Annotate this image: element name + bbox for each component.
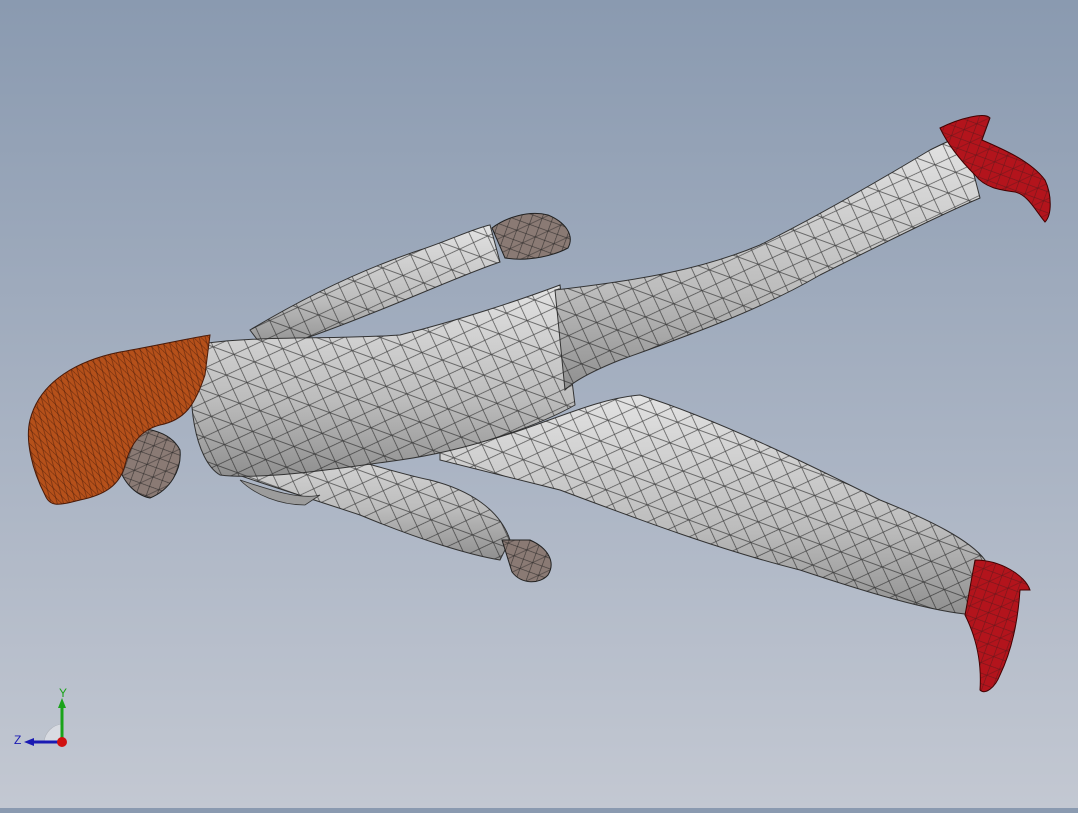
head (27, 334, 211, 505)
z-axis-label: Z (14, 733, 21, 747)
orientation-triad[interactable]: Y Z (10, 684, 80, 754)
y-axis-label: Y (59, 686, 67, 700)
right-leg (554, 115, 1051, 392)
mannequin-model[interactable] (0, 0, 1078, 808)
x-axis-icon (57, 737, 67, 747)
z-arrow-icon (24, 738, 34, 746)
3d-viewport[interactable]: Y Z (0, 0, 1078, 808)
